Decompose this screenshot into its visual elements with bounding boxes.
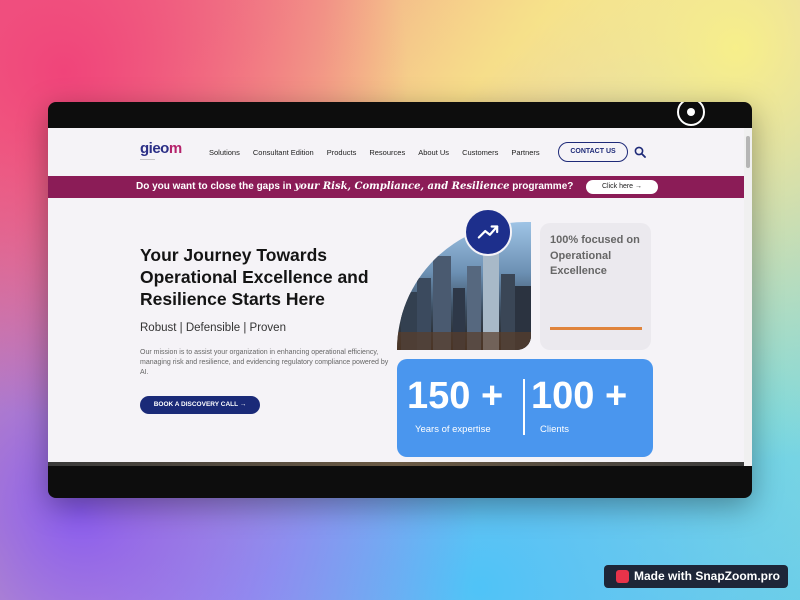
stats-divider: [523, 379, 525, 435]
next-section-preview: [48, 462, 744, 466]
nav-item-customers[interactable]: Customers: [462, 148, 498, 157]
browser-viewport: gieom ——— Solutions Consultant Edition P…: [48, 128, 752, 466]
scrollbar-thumb[interactable]: [746, 136, 750, 168]
nav-item-resources[interactable]: Resources: [369, 148, 405, 157]
stat-years-number: 150 +: [407, 375, 504, 417]
logo-tagline-mark: ———: [140, 157, 155, 163]
screen-recording-window: gieom ——— Solutions Consultant Edition P…: [48, 102, 752, 498]
nav-item-products[interactable]: Products: [327, 148, 357, 157]
stats-card: 150 + Years of expertise 100 + Clients: [397, 359, 653, 457]
arrow-right-icon: →: [635, 183, 643, 190]
focus-card-accent-bar: [550, 327, 642, 330]
snapzoom-logo-icon: [616, 570, 629, 583]
gieom-logo[interactable]: gieom ———: [140, 140, 182, 163]
book-discovery-call-button[interactable]: BOOK A DISCOVERY CALL →: [140, 396, 260, 414]
hero-title: Your Journey Towards Operational Excelle…: [140, 245, 369, 309]
hero-description: Our mission is to assist your organizati…: [140, 349, 389, 376]
focus-card: 100% focused on Operational Excellence: [540, 223, 651, 350]
record-button[interactable]: [677, 102, 705, 126]
nav-item-partners[interactable]: Partners: [511, 148, 539, 157]
site-header: gieom ——— Solutions Consultant Edition P…: [48, 128, 744, 176]
search-icon[interactable]: [634, 146, 646, 158]
stat-years-label: Years of expertise: [415, 424, 491, 435]
stat-clients-label: Clients: [540, 424, 570, 435]
focus-card-text: 100% focused on Operational Excellence: [550, 234, 640, 277]
hero-subtitle: Robust | Defensible | Proven: [140, 322, 286, 334]
snapzoom-watermark: Made with SnapZoom.pro: [604, 565, 788, 588]
watermark-text: Made with SnapZoom.pro: [634, 569, 780, 583]
trending-up-icon: [464, 208, 512, 256]
banner-emphasis: your Risk, Compliance, and Resilience: [294, 181, 510, 192]
nav-item-solutions[interactable]: Solutions: [209, 148, 240, 157]
stat-clients-number: 100 +: [531, 375, 628, 417]
discovery-call-label: BOOK A DISCOVERY CALL: [153, 401, 238, 408]
banner-suffix: programme?: [509, 181, 574, 192]
promo-banner: Do you want to close the gaps in your Ri…: [48, 176, 744, 198]
banner-prefix: Do you want to close the gaps in: [136, 181, 295, 192]
banner-message: Do you want to close the gaps in your Ri…: [136, 181, 573, 192]
logo-wordmark: gieom: [140, 140, 182, 157]
nav-item-consultant-edition[interactable]: Consultant Edition: [253, 148, 314, 157]
contact-us-button[interactable]: CONTACT US: [558, 142, 628, 162]
main-nav: Solutions Consultant Edition Products Re…: [209, 148, 553, 157]
click-here-button[interactable]: Click here →: [586, 180, 658, 194]
arrow-right-icon: →: [239, 401, 247, 408]
nav-item-about-us[interactable]: About Us: [418, 148, 449, 157]
city-skyline-image: [397, 222, 531, 350]
click-here-label: Click here: [601, 183, 634, 190]
page-scrollbar[interactable]: [744, 128, 752, 466]
